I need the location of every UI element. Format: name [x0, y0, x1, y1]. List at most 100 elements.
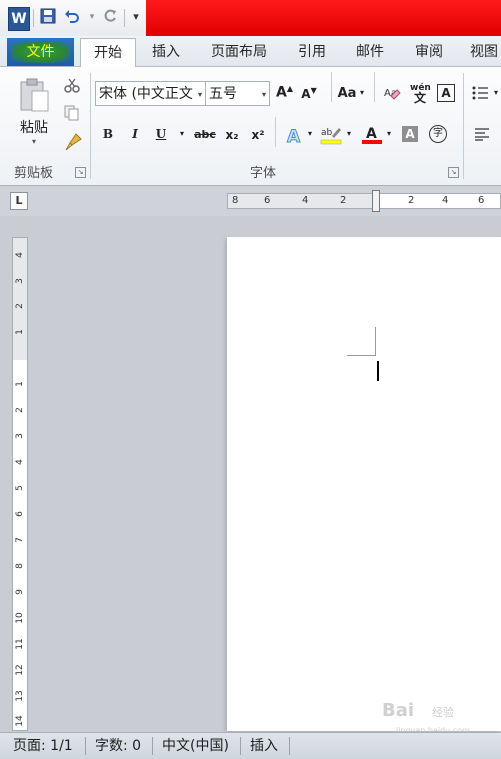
phonetic-guide-icon[interactable]: wén 文	[410, 83, 431, 105]
tab-mailings[interactable]: 邮件	[347, 38, 393, 66]
font-dialog-launcher-icon[interactable]: ↘	[448, 167, 459, 178]
word-count[interactable]: 字数: 0	[95, 733, 141, 759]
divider	[374, 72, 375, 102]
chevron-down-icon[interactable]: ▾	[198, 82, 202, 105]
ruler-number: 2	[340, 195, 347, 206]
ruler-number: 7	[15, 537, 25, 543]
superscript-button[interactable]: x²	[249, 128, 267, 142]
ruler-number: 4	[15, 459, 25, 465]
highlight-color-icon[interactable]: ab	[320, 124, 342, 146]
ruler-number: 2	[15, 407, 25, 413]
status-bar: 页面: 1/1 字数: 0 中文(中国) 插入	[0, 732, 501, 759]
font-size-combo[interactable]: 五号 ▾	[205, 81, 270, 106]
character-shading-icon[interactable]: A	[402, 126, 418, 142]
tab-home[interactable]: 开始	[80, 38, 136, 68]
font-size-value: 五号	[209, 86, 237, 102]
chevron-down-icon[interactable]: ▾	[306, 129, 314, 138]
tab-page-layout[interactable]: 页面布局	[204, 38, 274, 66]
insert-mode-indicator[interactable]: 插入	[250, 733, 278, 759]
quick-access-toolbar: W ▾ ▾	[0, 0, 146, 36]
watermark-brand: Bai	[382, 700, 415, 721]
subscript-button[interactable]: x₂	[223, 128, 241, 142]
save-icon[interactable]	[40, 8, 56, 26]
group-separator	[463, 73, 464, 179]
undo-dropdown-icon[interactable]: ▾	[84, 8, 100, 26]
shrink-font-icon[interactable]: A▼	[301, 86, 317, 101]
ruler-number: 1	[15, 329, 25, 335]
ruler-number: 14	[15, 715, 25, 727]
group-separator	[90, 73, 91, 179]
watermark-text: 经验	[432, 706, 454, 719]
undo-icon[interactable]	[64, 8, 80, 26]
title-bar-highlight	[146, 0, 501, 36]
ruler-number: 8	[232, 195, 239, 206]
enclose-characters-icon[interactable]: 字	[429, 125, 447, 143]
chevron-down-icon[interactable]: ▾	[262, 82, 266, 105]
clipboard-dialog-launcher-icon[interactable]: ↘	[75, 167, 86, 178]
ruler-number: 4	[442, 195, 449, 206]
chevron-down-icon[interactable]: ▾	[492, 88, 500, 97]
tab-file[interactable]: 文件	[7, 38, 74, 66]
strikethrough-button[interactable]: abc	[194, 128, 216, 141]
bold-button[interactable]: B	[101, 127, 115, 141]
ribbon-tabs: 文件 开始 插入 页面布局 引用 邮件 审阅 视图	[0, 36, 501, 68]
grow-font-icon[interactable]: A▲	[276, 84, 293, 101]
ruler-number: 4	[15, 252, 25, 258]
vertical-ruler[interactable]: 4 3 2 1 1 2 3 4 5 6 7 8 9 10 11 12 13 14	[12, 237, 28, 731]
status-separator	[289, 737, 290, 755]
ruler-number: 13	[15, 690, 25, 702]
status-separator	[152, 737, 153, 755]
text-cursor	[377, 361, 379, 381]
ruler-bar: L 8 6 4 2 2 4 6	[0, 186, 501, 216]
redo-icon[interactable]	[102, 8, 118, 26]
paste-button[interactable]: 粘贴	[14, 117, 54, 137]
paste-icon[interactable]	[18, 77, 52, 115]
indent-marker[interactable]	[372, 190, 380, 212]
bullets-icon[interactable]	[472, 85, 490, 101]
font-group-label: 字体	[250, 166, 277, 181]
status-separator	[240, 737, 241, 755]
ruler-number: 5	[15, 485, 25, 491]
ruler-number: 12	[15, 664, 25, 676]
paste-dropdown-icon[interactable]: ▾	[28, 137, 40, 146]
horizontal-ruler[interactable]: 8 6 4 2 2 4 6	[227, 190, 501, 212]
ruler-number: 1	[15, 381, 25, 387]
copy-icon[interactable]	[64, 105, 80, 121]
tab-review[interactable]: 审阅	[406, 38, 452, 66]
word-app-icon[interactable]: W	[8, 7, 30, 31]
customize-qat-icon[interactable]: ▾	[128, 8, 144, 26]
language-indicator[interactable]: 中文(中国)	[162, 733, 229, 759]
qat-separator	[124, 9, 125, 27]
svg-text:A: A	[287, 127, 301, 145]
chevron-down-icon[interactable]: ▾	[178, 129, 186, 138]
character-border-icon[interactable]: A	[437, 84, 455, 102]
title-bar: W ▾ ▾	[0, 0, 501, 36]
ruler-number: 3	[15, 433, 25, 439]
chevron-down-icon[interactable]: ▾	[385, 129, 393, 138]
chevron-down-icon[interactable]: ▾	[358, 88, 366, 97]
tab-references[interactable]: 引用	[289, 38, 335, 66]
font-name-value: 宋体 (中文正文	[99, 86, 193, 102]
tab-insert[interactable]: 插入	[143, 38, 189, 66]
change-case-button[interactable]: Aa	[337, 86, 357, 101]
chevron-down-icon[interactable]: ▾	[345, 129, 353, 138]
clear-formatting-icon[interactable]: Aa	[383, 84, 401, 102]
ruler-number: 6	[478, 195, 485, 206]
italic-button[interactable]: I	[128, 127, 142, 141]
svg-text:ab: ab	[321, 128, 333, 138]
underline-button[interactable]: U	[154, 127, 168, 141]
font-name-combo[interactable]: 宋体 (中文正文 ▾	[95, 81, 206, 106]
tab-view[interactable]: 视图	[464, 38, 501, 66]
svg-text:A: A	[366, 126, 377, 142]
divider	[331, 72, 332, 102]
align-left-icon[interactable]	[474, 127, 490, 141]
document-page[interactable]	[227, 237, 501, 731]
ruler-number: 6	[264, 195, 271, 206]
cut-icon[interactable]	[64, 77, 80, 93]
tab-selector-button[interactable]: L	[10, 192, 28, 210]
format-painter-icon[interactable]	[64, 133, 82, 151]
page-count[interactable]: 页面: 1/1	[13, 733, 73, 759]
ruler-number: 2	[408, 195, 415, 206]
text-effects-icon[interactable]: A	[285, 125, 305, 148]
font-color-icon[interactable]: A	[361, 124, 383, 146]
